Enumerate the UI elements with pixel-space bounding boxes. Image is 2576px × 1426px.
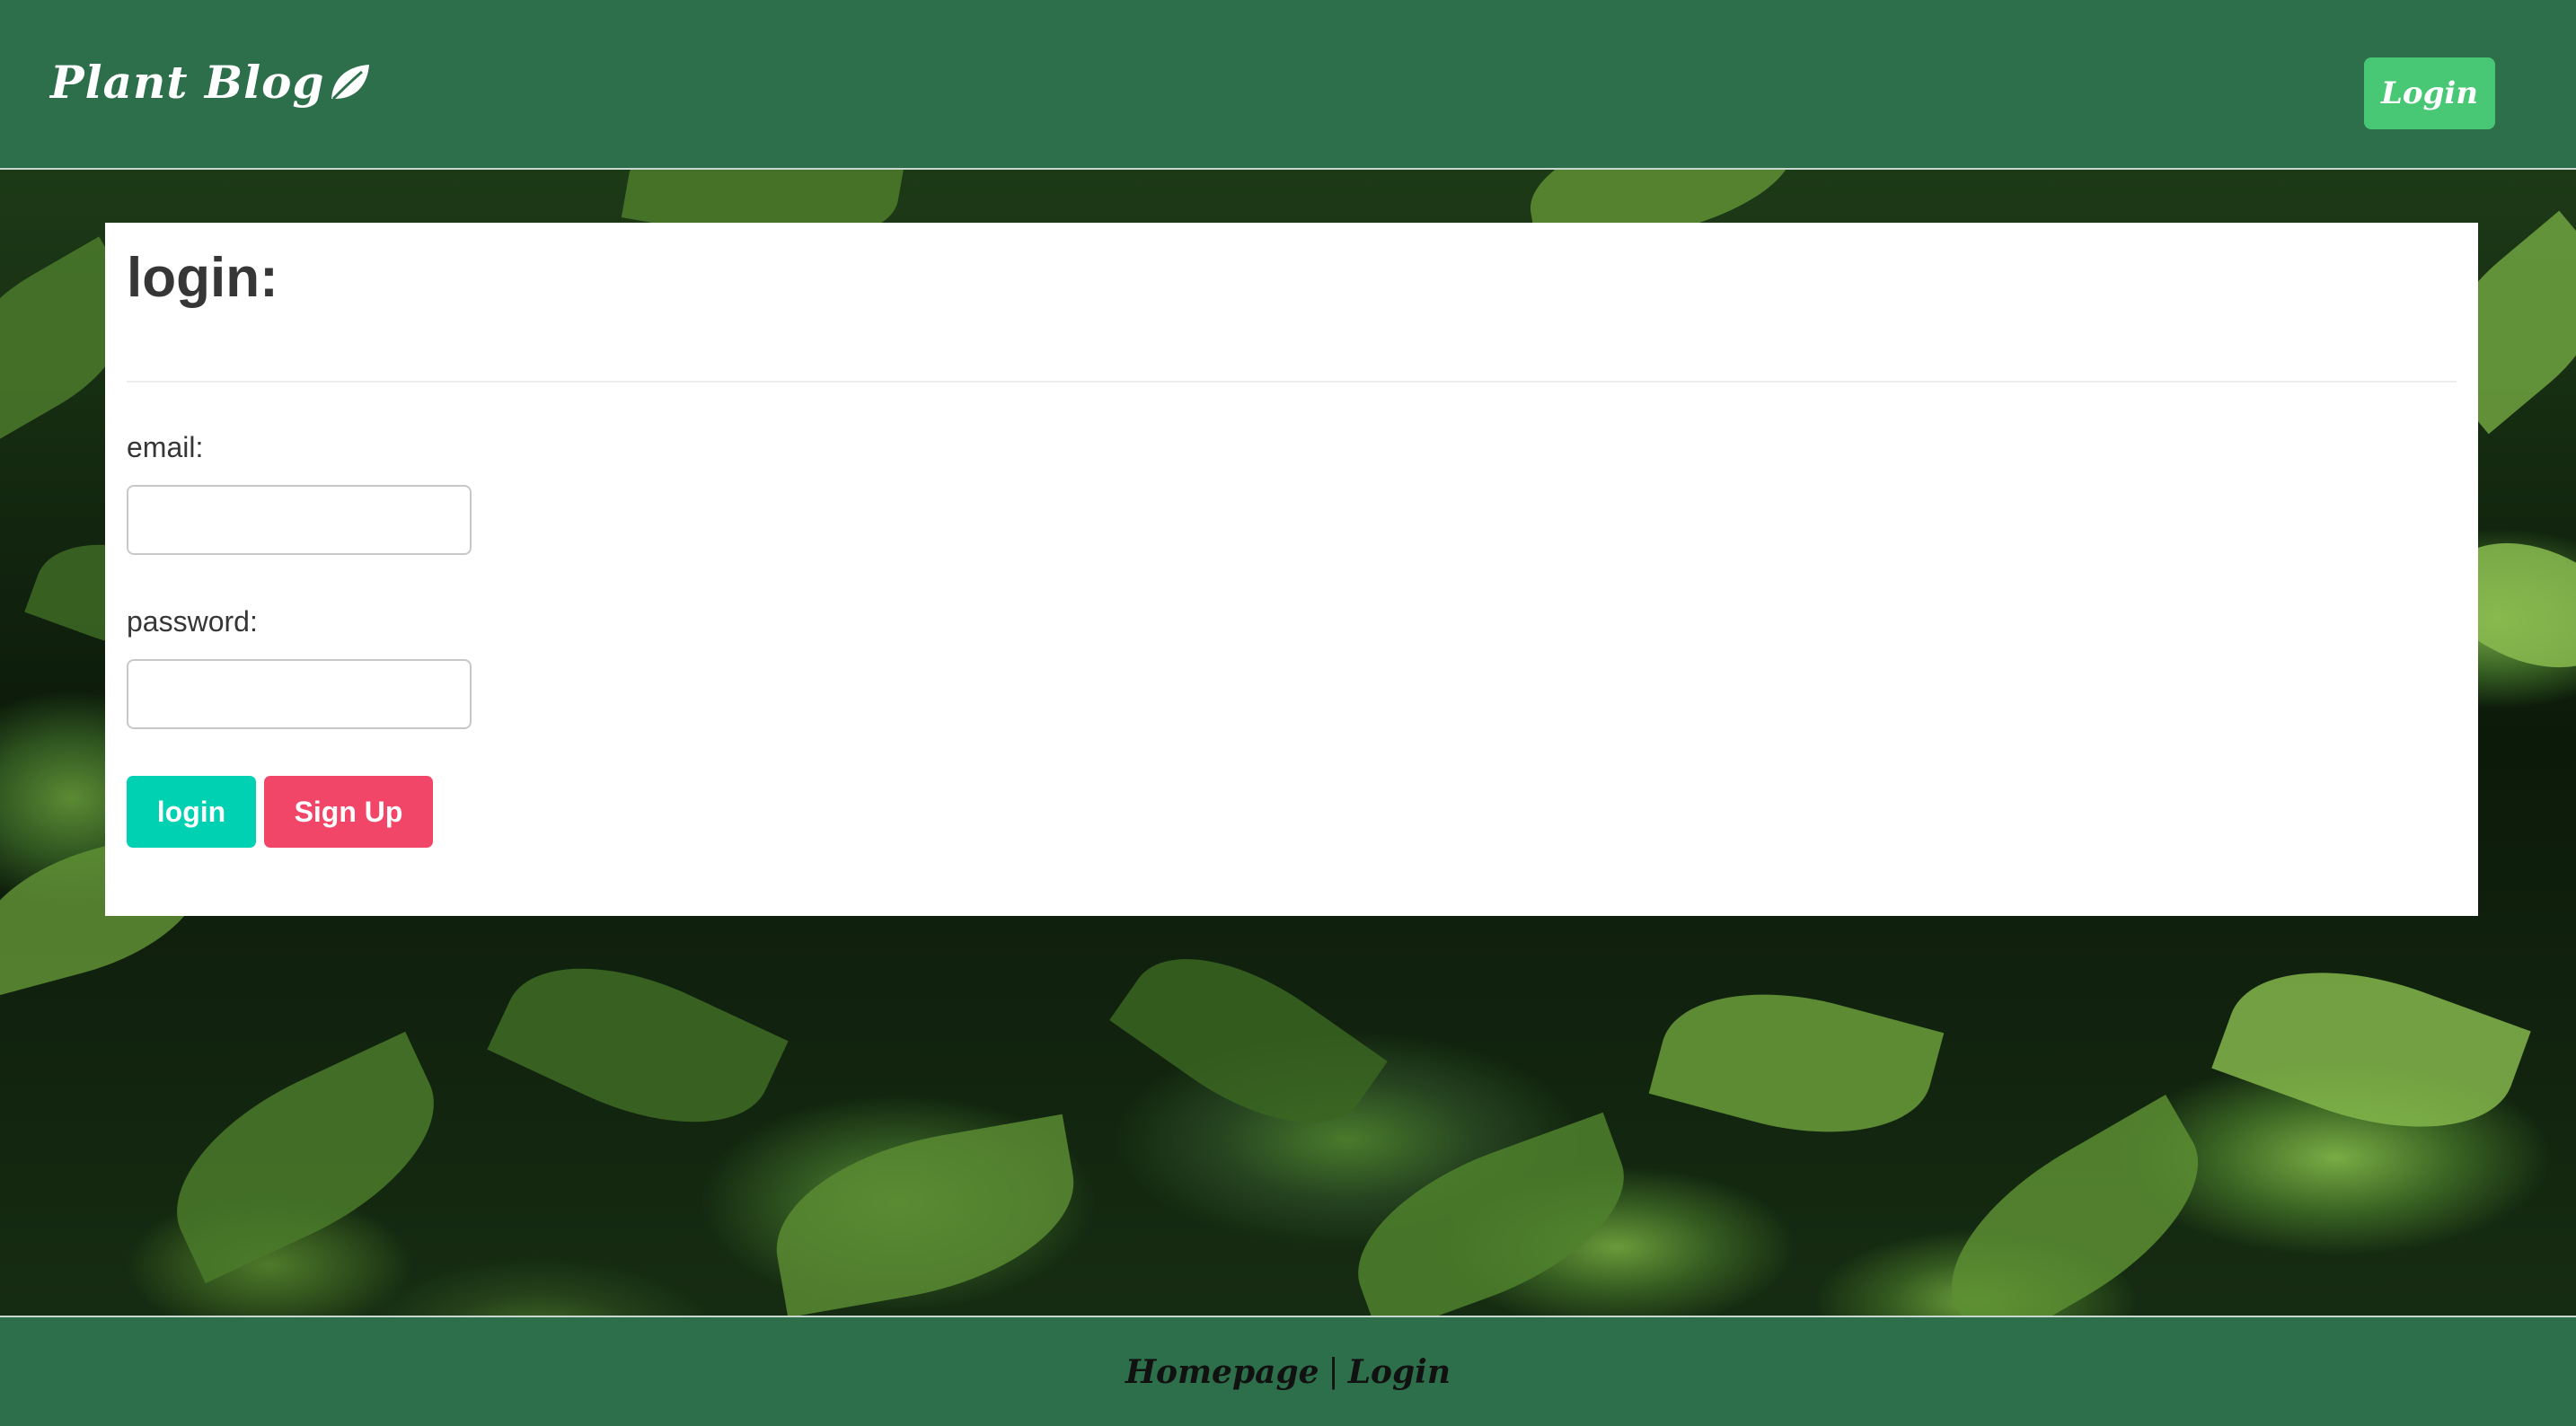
login-button[interactable]: login	[127, 776, 256, 848]
page-title: login:	[127, 247, 278, 309]
email-field[interactable]	[127, 485, 472, 555]
brand-logo[interactable]: Plant Blog	[50, 56, 373, 109]
background-leaf	[145, 1031, 466, 1284]
nav-login-button[interactable]: Login	[2364, 57, 2495, 129]
brand-title: Plant Blog	[50, 56, 325, 109]
password-field[interactable]	[127, 659, 472, 729]
site-header: Plant Blog Login	[0, 0, 2576, 170]
background-leaf	[2211, 933, 2531, 1166]
background-leaf	[487, 927, 789, 1164]
leaf-icon	[331, 64, 370, 100]
email-label: email:	[127, 431, 204, 463]
background-leaf	[1648, 963, 1945, 1164]
password-label: password:	[127, 605, 258, 638]
footer-login-link[interactable]: Login	[1348, 1353, 1451, 1391]
footer-homepage-link[interactable]: Homepage	[1125, 1353, 1319, 1391]
background-leaf	[1332, 1112, 1650, 1316]
background-leaf	[761, 1114, 1090, 1316]
background-leaf	[1916, 1095, 2234, 1316]
signup-button[interactable]: Sign Up	[264, 776, 433, 848]
site-footer: Homepage | Login	[0, 1316, 2576, 1426]
background-leaf	[1109, 917, 1388, 1165]
footer-separator: |	[1328, 1353, 1339, 1390]
divider	[127, 381, 2457, 383]
login-card: login: email: password: login Sign Up	[105, 223, 2478, 916]
